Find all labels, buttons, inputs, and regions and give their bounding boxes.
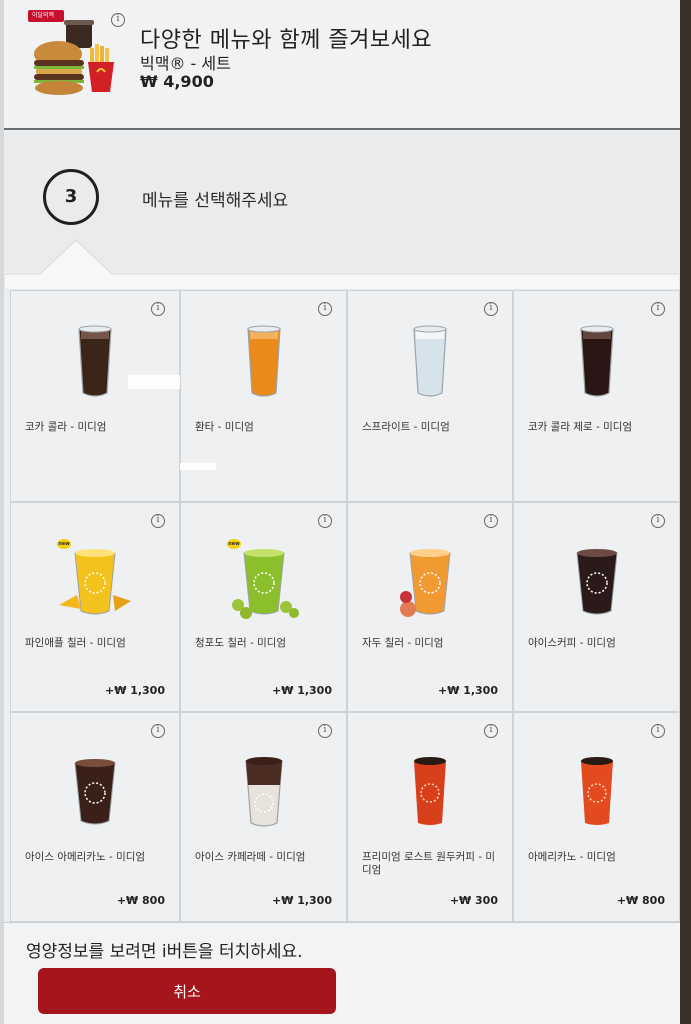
- iced-americano-icon: [74, 759, 116, 825]
- product-price: ₩ 4,900: [140, 72, 214, 91]
- nutrition-info-icon[interactable]: i: [318, 514, 332, 528]
- nutrition-info-icon[interactable]: i: [151, 724, 165, 738]
- menu-item-name: 파인애플 칠러 - 미디엄: [25, 637, 126, 649]
- menu-item-name: 코카 콜라 - 미디엄: [25, 421, 107, 433]
- menu-item-card[interactable]: i 자두 칠러 - 미디엄 +₩ 1,300: [347, 502, 513, 712]
- new-badge: new: [57, 539, 71, 549]
- step-pointer-notch: [4, 239, 680, 290]
- menu-item-name: 아이스 아메리카노 - 미디엄: [25, 851, 146, 863]
- product-name: 빅맥® - 세트: [140, 54, 231, 73]
- menu-item-price: +₩ 1,300: [272, 684, 332, 697]
- menu-item-name: 환타 - 미디엄: [195, 421, 254, 433]
- green-grape-chiller-icon: [231, 549, 299, 619]
- drink-menu-grid: i 코카 콜라 - 미디엄 i 환타 - 미디엄 i 스프라이트 - 미디엄 i 코카…: [10, 290, 680, 922]
- menu-item-card[interactable]: i 코카 콜라 - 미디엄: [10, 290, 180, 502]
- menu-item-card[interactable]: i 아메리카노 - 미디엄 +₩ 800: [513, 712, 680, 922]
- set-info-icon[interactable]: i: [111, 13, 125, 27]
- nutrition-info-icon[interactable]: i: [484, 724, 498, 738]
- menu-item-card[interactable]: i 아이스 아메리카노 - 미디엄 +₩ 800: [10, 712, 180, 922]
- menu-item-name: 자두 칠러 - 미디엄: [362, 637, 444, 649]
- plum-chiller-icon: [400, 549, 451, 617]
- menu-item-price: +₩ 1,300: [105, 684, 165, 697]
- iced-coffee-icon: [575, 549, 618, 615]
- fanta-glass-icon: [246, 325, 281, 397]
- nutrition-info-icon[interactable]: i: [484, 302, 498, 316]
- nutrition-info-icon[interactable]: i: [651, 724, 665, 738]
- americano-icon: [580, 757, 613, 825]
- nutrition-info-icon[interactable]: i: [151, 514, 165, 528]
- nutrition-info-icon[interactable]: i: [484, 514, 498, 528]
- menu-item-name: 아메리카노 - 미디엄: [528, 851, 616, 863]
- menu-item-name: 스프라이트 - 미디엄: [362, 421, 450, 433]
- menu-item-card[interactable]: i 코카 콜라 제로 - 미디엄: [513, 290, 680, 502]
- menu-item-price: +₩ 800: [116, 894, 165, 907]
- screen-glare: [128, 375, 180, 389]
- cola-zero-glass-icon: [579, 325, 614, 397]
- menu-item-card[interactable]: i 아이스 카페라떼 - 미디엄 +₩ 1,300: [180, 712, 347, 922]
- menu-item-name: 아이스 카페라떼 - 미디엄: [195, 851, 306, 863]
- menu-item-card[interactable]: i 스프라이트 - 미디엄: [347, 290, 513, 502]
- footer-bar: 영양정보를 보려면 i버튼을 터치하세요. 취소: [4, 922, 680, 1024]
- new-badge: new: [227, 539, 241, 549]
- pineapple-chiller-icon: [59, 549, 131, 615]
- menu-item-price: +₩ 300: [449, 894, 498, 907]
- menu-item-price: +₩ 1,300: [438, 684, 498, 697]
- step-indicator: 3 메뉴를 선택해주세요: [4, 132, 680, 290]
- selected-set-header: 이달의맥 i 다양한 메뉴와 함께 즐겨보세요 빅맥® - 세트 ₩ 4,900: [4, 0, 680, 130]
- nutrition-info-icon[interactable]: i: [151, 302, 165, 316]
- premium-roast-coffee-icon: [414, 757, 446, 825]
- menu-item-name: 아이스커피 - 미디엄: [528, 637, 616, 649]
- screen-glare: [180, 463, 216, 470]
- menu-item-card[interactable]: i new 파인애플 칠러 - 미디엄 +₩ 1,300: [10, 502, 180, 712]
- menu-item-card[interactable]: i 프리미엄 로스트 원두커피 - 미디엄 +₩ 300: [347, 712, 513, 922]
- menu-item-name: 코카 콜라 제로 - 미디엄: [528, 421, 633, 433]
- menu-item-name: 프리미엄 로스트 원두커피 - 미디엄: [362, 851, 496, 876]
- menu-item-card[interactable]: i new 청포도 칠러 - 미디엄 +₩ 1,300: [180, 502, 347, 712]
- nutrition-info-icon[interactable]: i: [651, 302, 665, 316]
- device-bezel: [680, 0, 691, 1024]
- menu-item-price: +₩ 800: [616, 894, 665, 907]
- nutrition-info-icon[interactable]: i: [318, 302, 332, 316]
- kiosk-screen: 이달의맥 i 다양한 메뉴와 함께 즐겨보세요 빅맥® - 세트 ₩ 4,900…: [4, 0, 680, 1024]
- menu-item-name: 청포도 칠러 - 미디엄: [195, 637, 287, 649]
- sprite-glass-icon: [413, 325, 447, 397]
- cancel-button[interactable]: 취소: [38, 968, 336, 1014]
- nutrition-info-icon[interactable]: i: [651, 514, 665, 528]
- menu-item-price: +₩ 1,300: [272, 894, 332, 907]
- cola-glass-icon: [78, 325, 112, 397]
- nutrition-hint: 영양정보를 보려면 i버튼을 터치하세요.: [26, 942, 303, 962]
- iced-cafe-latte-icon: [244, 757, 283, 827]
- menu-item-card[interactable]: i 환타 - 미디엄: [180, 290, 347, 502]
- nutrition-info-icon[interactable]: i: [318, 724, 332, 738]
- menu-item-card[interactable]: i 아이스커피 - 미디엄: [513, 502, 680, 712]
